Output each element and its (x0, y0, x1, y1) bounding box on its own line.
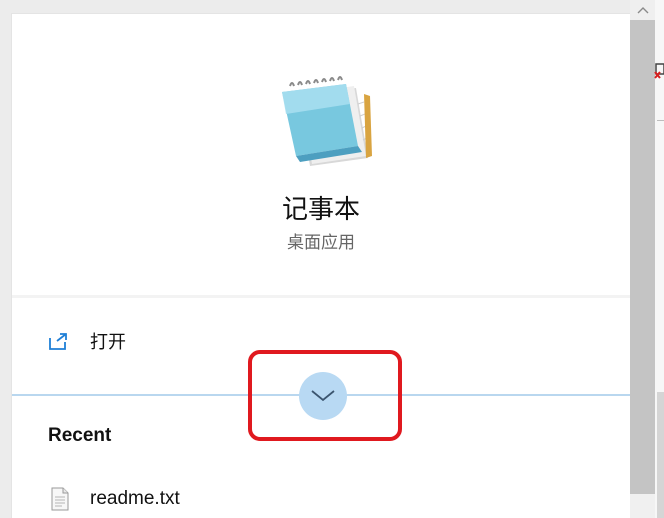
expand-button[interactable] (299, 372, 347, 420)
open-button[interactable]: 打开 (46, 326, 126, 356)
app-title: 记事本 (281, 195, 360, 225)
notepad-icon-graphic (282, 76, 372, 166)
chevron-down-icon (311, 390, 335, 402)
section-divider (12, 295, 630, 298)
app-type-label: 桌面应用 (287, 233, 355, 253)
background-window-block (657, 392, 664, 518)
background-app-icon (654, 62, 664, 82)
chevron-up-icon (637, 7, 648, 14)
text-file-icon (48, 485, 72, 513)
vertical-scrollbar[interactable] (630, 0, 655, 518)
start-menu-app-flyout: 记事本 桌面应用 打开 Recent readme.txt (0, 0, 664, 518)
recent-file-name: readme.txt (90, 488, 180, 509)
recent-heading: Recent (48, 425, 112, 446)
scrollbar-thumb[interactable] (630, 20, 655, 494)
notepad-icon (274, 74, 374, 174)
background-window-line (657, 120, 664, 121)
open-external-icon (46, 329, 70, 353)
app-detail-panel: 记事本 桌面应用 打开 Recent readme.txt (12, 14, 634, 518)
scroll-up-button[interactable] (630, 0, 655, 20)
open-label: 打开 (90, 332, 126, 353)
recent-file-item[interactable]: readme.txt (48, 484, 180, 514)
